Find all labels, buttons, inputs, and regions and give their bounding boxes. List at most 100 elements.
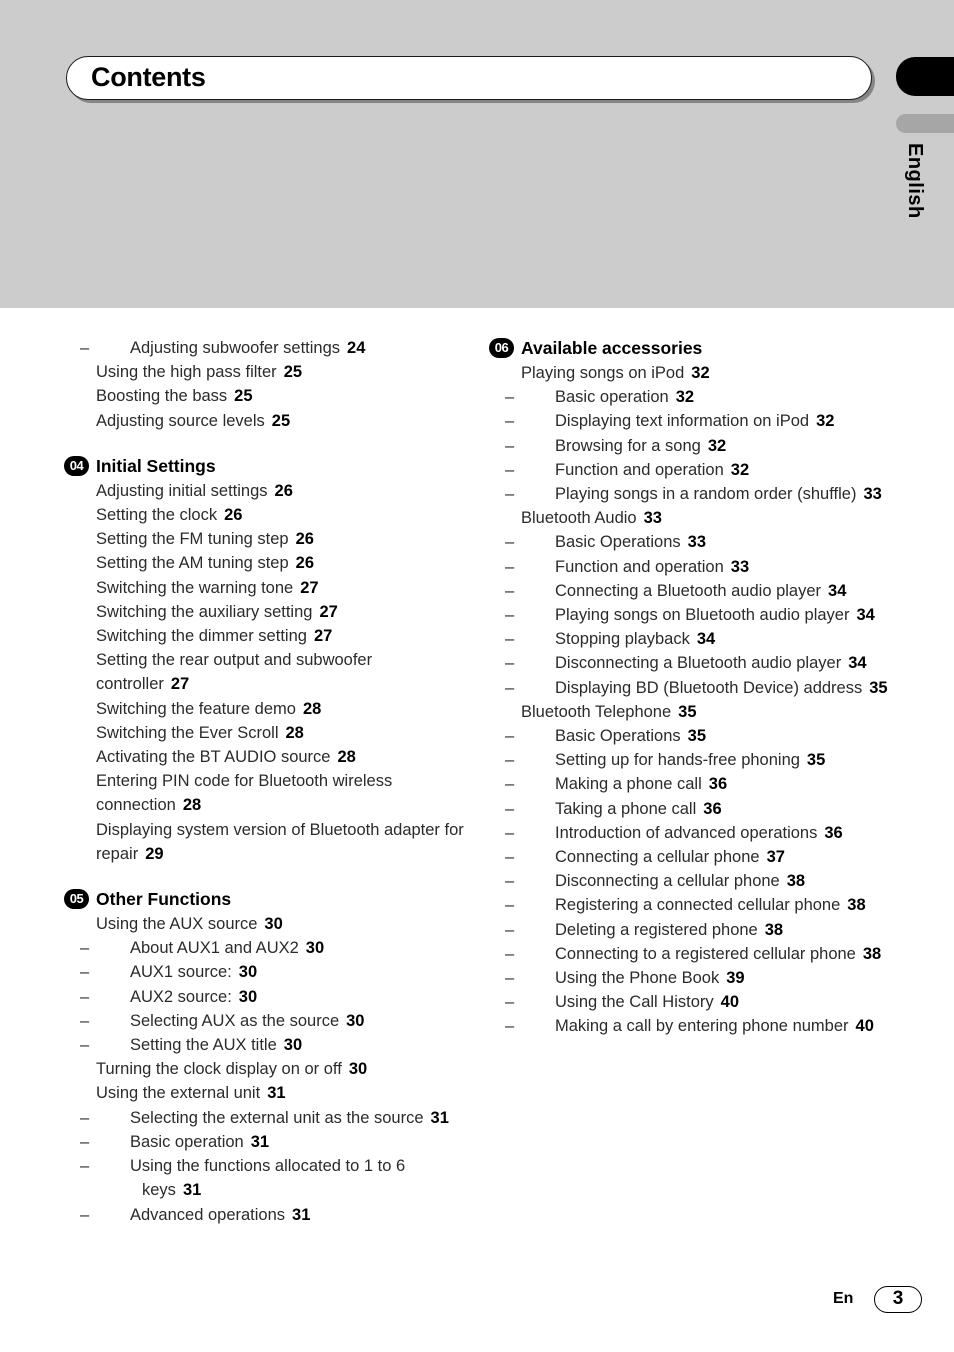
toc-chapter-heading[interactable]: 05 Other Functions	[64, 887, 464, 911]
toc-entry[interactable]: Setting the AM tuning step 26	[64, 551, 464, 575]
toc-entry-page-number: 35	[869, 678, 888, 697]
toc-entry[interactable]: – Registering a connected cellular phone 3…	[489, 893, 889, 917]
toc-entry[interactable]: Displaying system version of Bluetooth a…	[64, 818, 464, 866]
bullet-dash-icon: –	[80, 1011, 90, 1030]
toc-entry[interactable]: Activating the BT AUDIO source 28	[64, 745, 464, 769]
toc-entry[interactable]: – Using the Phone Book 39	[489, 966, 889, 990]
toc-entry[interactable]: – Function and operation 33	[489, 555, 889, 579]
toc-entry[interactable]: – Displaying text information on iPod 32	[489, 409, 889, 433]
chapter-number-badge-icon: 05	[64, 889, 89, 910]
toc-entry-label: Stopping playback	[555, 630, 690, 649]
toc-entry-label: Function and operation	[555, 460, 724, 479]
bullet-dash-icon: –	[505, 557, 515, 576]
toc-entry[interactable]: – Basic Operations 35	[489, 724, 889, 748]
toc-entry[interactable]: Entering PIN code for Bluetooth wireless…	[64, 769, 464, 817]
toc-entry[interactable]: – AUX2 source: 30	[64, 985, 464, 1009]
toc-entry-label: Using the high pass filter	[96, 363, 277, 382]
toc-entry[interactable]: – Making a call by entering phone number 4…	[489, 1014, 889, 1038]
toc-entry-label: Function and operation	[555, 557, 724, 576]
toc-entry[interactable]: – Basic Operations 33	[489, 530, 889, 554]
toc-chapter-heading[interactable]: 06 Available accessories	[489, 336, 889, 360]
toc-entry[interactable]: Switching the feature demo 28	[64, 697, 464, 721]
toc-entry[interactable]: – Disconnecting a cellular phone 38	[489, 869, 889, 893]
toc-entry[interactable]: – About AUX1 and AUX2 30	[64, 936, 464, 960]
toc-entry[interactable]: – Basic operation 32	[489, 385, 889, 409]
toc-entry[interactable]: – Disconnecting a Bluetooth audio player 3…	[489, 651, 889, 675]
toc-entry-page-number: 35	[678, 702, 697, 721]
toc-entry[interactable]: Using the external unit 31	[64, 1081, 464, 1105]
toc-entry[interactable]: Adjusting source levels 25	[64, 409, 464, 433]
toc-entry[interactable]: – Connecting a Bluetooth audio player 34	[489, 579, 889, 603]
toc-entry[interactable]: – Setting the AUX title 30	[64, 1033, 464, 1057]
toc-entry[interactable]: – Selecting AUX as the source 30	[64, 1009, 464, 1033]
toc-entry-label: Entering PIN code for Bluetooth wireless…	[96, 772, 393, 815]
toc-entry[interactable]: Switching the Ever Scroll 28	[64, 721, 464, 745]
toc-entry-label: Introduction of advanced operations	[555, 823, 818, 842]
toc-entry[interactable]: – Deleting a registered phone 38	[489, 918, 889, 942]
toc-entry[interactable]: – Stopping playback 34	[489, 627, 889, 651]
toc-entry[interactable]: – Adjusting subwoofer settings 24	[64, 336, 464, 360]
toc-entry-page-number: 31	[250, 1132, 270, 1151]
toc-entry[interactable]: – AUX1 source: 30	[64, 960, 464, 984]
language-tab-secondary[interactable]	[896, 114, 954, 133]
toc-entry[interactable]: – Basic operation 31	[64, 1130, 464, 1154]
bullet-dash-icon: –	[505, 678, 515, 697]
toc-entry[interactable]: – Connecting to a registered cellular pho…	[489, 942, 889, 966]
toc-entry[interactable]: – Introduction of advanced operations 36	[489, 821, 889, 845]
toc-entry-label: Setting the clock	[96, 506, 218, 525]
toc-entry[interactable]: – Playing songs on Bluetooth audio player…	[489, 603, 889, 627]
toc-entry-label: Disconnecting a Bluetooth audio player	[555, 654, 842, 673]
toc-entry[interactable]: – Making a phone call 36	[489, 772, 889, 796]
toc-entry[interactable]: Using the high pass filter 25	[64, 360, 464, 384]
toc-entry-page-number: 34	[856, 606, 875, 625]
chapter-title: Available accessories	[521, 338, 703, 358]
toc-entry-page-number: 31	[292, 1205, 311, 1224]
toc-entry-page-number: 34	[696, 630, 716, 649]
toc-entry-page-number: 33	[730, 557, 750, 576]
toc-entry[interactable]: – Taking a phone call 36	[489, 797, 889, 821]
toc-entry[interactable]: – Displaying BD (Bluetooth Device) addres…	[489, 676, 889, 700]
toc-column-left: – Adjusting subwoofer settings 24 Using the…	[64, 336, 464, 1227]
bullet-dash-icon: –	[505, 581, 515, 600]
toc-entry[interactable]: – Setting up for hands-free phoning 35	[489, 748, 889, 772]
toc-entry[interactable]: Switching the dimmer setting 27	[64, 624, 464, 648]
toc-entry[interactable]: – Using the Call History 40	[489, 990, 889, 1014]
bullet-dash-icon: –	[505, 944, 515, 963]
toc-entry[interactable]: Switching the warning tone 27	[64, 576, 464, 600]
toc-entry[interactable]: Bluetooth Audio 33	[489, 506, 889, 530]
toc-entry[interactable]: Adjusting initial settings 26	[64, 479, 464, 503]
toc-entry[interactable]: Switching the auxiliary setting 27	[64, 600, 464, 624]
toc-entry-label: Using the AUX source	[96, 915, 258, 934]
toc-entry[interactable]: Bluetooth Telephone 35	[489, 700, 889, 724]
toc-entry-page-number: 40	[855, 1017, 874, 1036]
toc-entry-page-number: 27	[170, 675, 190, 694]
toc-entry[interactable]: Setting the clock 26	[64, 503, 464, 527]
toc-entry[interactable]: – Using the functions allocated to 1 to 6…	[64, 1154, 464, 1202]
toc-entry[interactable]: – Advanced operations 31	[64, 1203, 464, 1227]
toc-entry-page-number: 33	[863, 485, 882, 504]
bullet-dash-icon: –	[80, 939, 90, 958]
toc-entry-label: Connecting a Bluetooth audio player	[555, 581, 822, 600]
toc-entry[interactable]: Setting the FM tuning step 26	[64, 527, 464, 551]
toc-entry[interactable]: Setting the rear output and subwoofer co…	[64, 648, 464, 696]
bullet-dash-icon: –	[80, 1132, 90, 1151]
toc-entry-label: Setting the AUX title	[130, 1036, 277, 1055]
page-title: Contents	[91, 61, 206, 92]
toc-entry-page-number: 28	[285, 723, 304, 742]
contents-header-box: Contents	[66, 56, 872, 100]
toc-entry[interactable]: Boosting the bass 25	[64, 384, 464, 408]
toc-entry[interactable]: – Selecting the external unit as the sour…	[64, 1106, 464, 1130]
chapter-title: Initial Settings	[96, 455, 216, 476]
toc-entry-label: Displaying text information on iPod	[555, 412, 810, 431]
toc-chapter-heading[interactable]: 04 Initial Settings	[64, 454, 464, 478]
toc-entry[interactable]: Playing songs on iPod 32	[489, 361, 889, 385]
toc-entry[interactable]: – Connecting a cellular phone 37	[489, 845, 889, 869]
toc-entry[interactable]: – Function and operation 32	[489, 458, 889, 482]
toc-entry-page-number: 40	[720, 993, 739, 1012]
toc-entry[interactable]: Turning the clock display on or off 30	[64, 1057, 464, 1081]
toc-entry[interactable]: – Browsing for a song 32	[489, 434, 889, 458]
bullet-dash-icon: –	[80, 1108, 90, 1127]
toc-entry[interactable]: – Playing songs in a random order (shuffl…	[489, 482, 889, 506]
toc-entry[interactable]: Using the AUX source 30	[64, 912, 464, 936]
language-tab-active[interactable]	[896, 57, 954, 96]
